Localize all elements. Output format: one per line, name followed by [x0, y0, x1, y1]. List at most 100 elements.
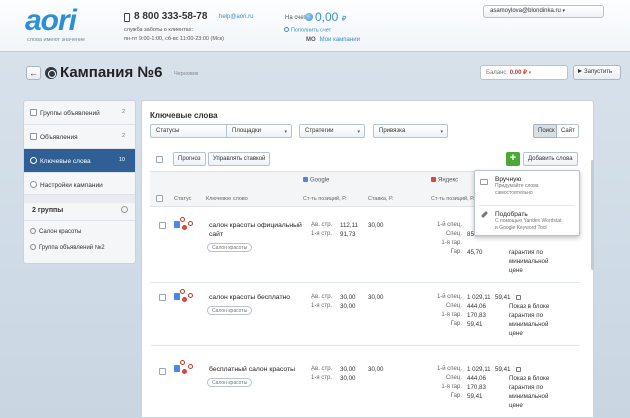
- y-pos-value: 85: [467, 231, 474, 238]
- google-bid[interactable]: 30,00: [368, 365, 383, 374]
- g-pos-label: 1-я стр.: [311, 303, 333, 309]
- dropdown-item-desc: и Google Keyword Tool: [495, 225, 547, 231]
- y-pos-label: Спец.: [445, 375, 462, 381]
- g-pos-value: 112,11: [340, 222, 359, 229]
- chevron-down-icon: ▾: [284, 129, 287, 135]
- group-tag[interactable]: Салон красоты: [207, 306, 253, 315]
- campaign-status: Черновик: [174, 71, 199, 77]
- guarantee-text: цене: [509, 402, 523, 409]
- google-bid[interactable]: 30,00: [368, 293, 383, 302]
- chevron-down-icon: ▾: [562, 8, 565, 14]
- back-button[interactable]: ←: [26, 66, 41, 80]
- add-words-button[interactable]: Добавить слова: [523, 152, 578, 166]
- keyword-text-cont[interactable]: сайт: [209, 230, 223, 239]
- group-link-salon[interactable]: Салон красоты: [30, 228, 81, 235]
- row-checkbox[interactable]: [159, 368, 166, 375]
- google-bid[interactable]: 30,00: [368, 221, 383, 230]
- sidebar-item-label: Ключевые слова: [40, 158, 91, 165]
- sidebar-item-campaign-settings[interactable]: Настройки кампании: [24, 173, 135, 195]
- moderation-icon: [188, 221, 193, 226]
- guarantee-text: цене: [509, 330, 523, 337]
- engine-label: Яндекс: [438, 177, 459, 184]
- start-campaign-button[interactable]: Запустить: [573, 65, 621, 80]
- user-email: asamoylova@blondinka.ru: [490, 8, 561, 14]
- support-email-link[interactable]: help@aori.ru: [219, 14, 253, 20]
- yandex-status-icon: [182, 225, 187, 230]
- y-pos-label: Гар.: [450, 321, 462, 327]
- support-hours-label: служба заботы о клиентах:: [124, 27, 194, 33]
- yandex-status-icon: [182, 369, 187, 374]
- logo-slogan: слова имеют значение: [27, 37, 86, 43]
- logo-text: aori: [25, 4, 77, 37]
- g-pos-label: Ав. стр.: [311, 222, 333, 228]
- dropdown-item-pick[interactable]: Подобрать С помощью Yandex Wordstat и Go…: [495, 211, 561, 232]
- chevron-down-icon: ▾: [440, 129, 443, 135]
- group-link-label: Салон красоты: [39, 229, 82, 235]
- y-pos-label: Гар.: [450, 393, 462, 399]
- header-checkbox[interactable]: [156, 195, 163, 202]
- filter-binding[interactable]: Привязка ▾: [373, 124, 448, 138]
- lock-icon: [516, 295, 521, 300]
- dropdown-item-title: Подобрать: [495, 211, 528, 218]
- divider: [24, 220, 135, 221]
- google-status-icon: [174, 365, 180, 372]
- topup-link[interactable]: Пополнить счет: [284, 27, 331, 34]
- engine-label: Google: [310, 177, 330, 184]
- group-link-label: Группа объявлений №2: [39, 245, 105, 251]
- manage-bid-button[interactable]: Управлять ставкой: [208, 152, 271, 166]
- sidebar-item-keywords[interactable]: Ключевые слова 10: [24, 149, 135, 173]
- currency-sign: ₽: [341, 16, 347, 23]
- forecast-button[interactable]: Прогноз: [173, 152, 206, 166]
- dropdown-item-desc: С помощью Yandex Wordstat: [495, 218, 562, 224]
- page-title: Кампания №6: [60, 64, 163, 81]
- campaign-balance-value: 0.00 ₽: [509, 70, 527, 76]
- guarantee-text: Показ в блоке: [509, 375, 550, 382]
- filter-platforms[interactable]: Площадки ▾: [226, 124, 292, 138]
- keyword-text[interactable]: салон красоты официальный: [209, 221, 302, 230]
- dropdown-item-manual[interactable]: Вручную Придумайте слова самостоятельно: [495, 176, 539, 197]
- keyword-text[interactable]: салон красоты бесплатно: [209, 293, 290, 302]
- add-plus-button[interactable]: +: [506, 152, 520, 166]
- y-pos-value: 45,70: [467, 249, 483, 256]
- search-icon[interactable]: [121, 206, 128, 213]
- google-icon: [303, 177, 308, 182]
- chevron-down-icon: ▾: [357, 129, 360, 135]
- group-tag[interactable]: Салон красоты: [207, 243, 253, 252]
- filter-label: Площадки: [232, 128, 261, 134]
- column-status: Статус: [174, 196, 192, 202]
- row-divider: [150, 282, 580, 283]
- tab-site[interactable]: Сайт: [557, 124, 579, 138]
- g-pos-value: 30,00: [340, 366, 356, 373]
- logo[interactable]: aori слова имеют значение: [25, 6, 111, 46]
- guarantee-text: минимальной: [509, 321, 549, 328]
- user-initials: МО: [306, 37, 316, 43]
- select-all-checkbox[interactable]: [156, 156, 163, 163]
- keyword-text[interactable]: бесплатный салон красоты: [209, 365, 295, 374]
- group-link-group-2[interactable]: Группа объявлений №2: [30, 244, 105, 251]
- moderation-icon: [180, 360, 185, 365]
- moderation-icon: [188, 293, 193, 298]
- y-pos-value: 444,06: [467, 375, 486, 382]
- filter-label: Стратегии: [305, 128, 334, 134]
- row-checkbox[interactable]: [159, 222, 166, 229]
- row-checkbox[interactable]: [159, 294, 166, 301]
- group-tag[interactable]: Салон красоты: [207, 378, 253, 387]
- moderation-icon: [188, 364, 193, 369]
- g-pos-value: 30,00: [340, 303, 356, 310]
- my-campaigns-link[interactable]: Мои кампании: [320, 37, 360, 43]
- g-pos-value: 91,73: [340, 231, 356, 238]
- wrench-icon: [480, 210, 489, 219]
- scrollbar[interactable]: [591, 160, 594, 270]
- speech-bubble-icon: [30, 157, 37, 164]
- y-pos-label: 1-я гар.: [441, 240, 462, 246]
- sidebar-item-ads[interactable]: Объявления 2: [24, 125, 135, 149]
- g-pos-value: 30,00: [340, 294, 356, 301]
- campaign-balance-select[interactable]: Баланс: 0.00 ₽ ▾: [480, 65, 568, 80]
- filter-strategies[interactable]: Стратегии ▾: [299, 124, 365, 138]
- user-menu[interactable]: asamoylova@blondinka.ru ▾: [483, 5, 604, 18]
- tab-search[interactable]: Поиск: [533, 124, 557, 138]
- sidebar-item-ad-groups[interactable]: Группы объявлений 2: [24, 101, 135, 125]
- play-icon: [578, 69, 582, 73]
- moderation-icon: [180, 217, 185, 222]
- my-campaigns[interactable]: МО Мои кампании: [306, 37, 360, 43]
